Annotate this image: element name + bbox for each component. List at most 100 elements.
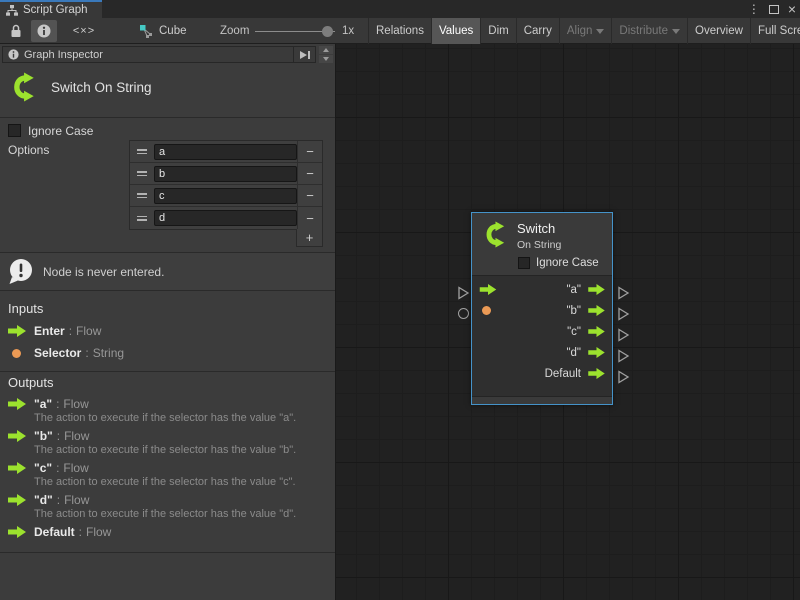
outputs-list: "a" : Flow The action to execute if the … <box>8 396 331 542</box>
dock-panel-button[interactable] <box>293 47 315 62</box>
flow-port-icon <box>588 347 605 358</box>
unit-title-row: Switch On String <box>8 70 152 104</box>
lock-icon <box>10 24 22 38</box>
external-output-connector-default[interactable] <box>617 370 630 384</box>
switch-unit-icon <box>481 221 508 251</box>
options-list: − − − − <box>129 140 323 230</box>
chevron-down-icon <box>672 29 680 34</box>
flow-port-icon <box>8 526 26 538</box>
output-row-b: "b" : Flow The action to execute if the … <box>8 428 331 458</box>
align-dropdown[interactable]: Align <box>559 18 612 44</box>
tab-script-graph[interactable]: Script Graph <box>0 0 102 18</box>
node-subtitle: On String <box>517 239 561 251</box>
tab-label: Script Graph <box>23 4 88 16</box>
option-row: − <box>130 185 322 207</box>
values-button[interactable]: Values <box>431 18 480 44</box>
graph-inspector-title: Graph Inspector <box>24 49 103 61</box>
flow-port-icon <box>8 462 26 474</box>
node-body: "a" "b" "c" <box>472 276 612 396</box>
external-output-connector-d[interactable] <box>617 349 630 363</box>
node-footer <box>472 396 612 404</box>
outputs-header: Outputs <box>8 375 54 390</box>
port-a[interactable]: "a" <box>566 284 605 296</box>
input-row-selector: Selector : String <box>8 345 124 361</box>
warning-text: Node is never entered. <box>43 265 164 279</box>
flow-port-icon <box>588 326 605 337</box>
window-titlebar: Script Graph ⋮ × <box>0 0 800 18</box>
overview-button[interactable]: Overview <box>687 18 750 44</box>
triangle-down-icon <box>323 57 329 61</box>
scroll-down-button[interactable] <box>319 55 333 63</box>
graph-owner-breadcrumb[interactable]: Cube <box>140 18 187 44</box>
chevron-down-icon <box>596 29 604 34</box>
port-d[interactable]: "d" <box>566 347 605 359</box>
external-output-connector-a[interactable] <box>617 286 630 300</box>
game-object-icon <box>140 25 153 38</box>
graph-tab-icon <box>6 5 18 16</box>
node-ignore-case-checkbox[interactable] <box>518 257 530 269</box>
string-port-icon <box>12 349 21 358</box>
distribute-dropdown[interactable]: Distribute <box>611 18 687 44</box>
node-header[interactable]: Switch On String Ignore Case <box>472 213 612 276</box>
lock-button[interactable] <box>3 20 29 42</box>
option-input[interactable] <box>154 144 297 160</box>
zoom-label: Zoom <box>220 18 249 44</box>
add-option-button[interactable]: + <box>296 229 323 247</box>
remove-option-button[interactable]: − <box>297 141 322 162</box>
drag-handle[interactable] <box>130 207 154 229</box>
drag-handle[interactable] <box>130 141 154 162</box>
graph-canvas[interactable]: Switch On String Ignore Case "a" <box>336 44 800 600</box>
remove-option-button[interactable]: − <box>297 207 322 229</box>
carry-button[interactable]: Carry <box>516 18 559 44</box>
external-flow-input-connector[interactable] <box>457 286 470 300</box>
code-icon: <×> <box>73 25 95 37</box>
dim-button[interactable]: Dim <box>480 18 515 44</box>
switch-on-string-node[interactable]: Switch On String Ignore Case "a" <box>471 212 613 405</box>
node-ignore-case-label: Ignore Case <box>536 257 599 269</box>
output-row-default: Default : Flow <box>8 524 331 540</box>
option-input[interactable] <box>154 166 297 182</box>
port-b[interactable]: "b" <box>566 305 605 317</box>
ignore-case-checkbox[interactable] <box>8 124 21 137</box>
external-output-connector-c[interactable] <box>617 328 630 342</box>
code-preview-button[interactable]: <×> <box>61 20 107 42</box>
zoom-value: 1x <box>342 18 354 44</box>
info-icon <box>8 49 19 60</box>
close-icon[interactable]: × <box>788 0 796 18</box>
toolbar-mode-buttons: Relations Values Dim Carry Align Distrib… <box>368 18 800 44</box>
remove-option-button[interactable]: − <box>297 185 322 206</box>
full-screen-button[interactable]: Full Screen <box>750 18 800 44</box>
external-output-connector-b[interactable] <box>617 307 630 321</box>
drag-handle[interactable] <box>130 163 154 184</box>
divider <box>0 371 335 372</box>
options-label: Options <box>8 143 49 157</box>
remove-option-button[interactable]: − <box>297 163 322 184</box>
option-input[interactable] <box>154 210 297 226</box>
port-default[interactable]: Default <box>545 368 605 380</box>
drag-handle[interactable] <box>130 185 154 206</box>
option-row: − <box>130 141 322 163</box>
flow-port-icon <box>8 430 26 442</box>
flow-port-icon <box>8 398 26 410</box>
relations-button[interactable]: Relations <box>368 18 431 44</box>
enter-flow-port-icon[interactable] <box>479 284 497 295</box>
maximize-icon[interactable] <box>769 5 779 14</box>
output-row-c: "c" : Flow The action to execute if the … <box>8 460 331 490</box>
flow-port-icon <box>588 284 605 295</box>
scroll-up-button[interactable] <box>319 46 333 54</box>
input-row-enter: Enter : Flow <box>8 323 101 339</box>
graph-owner-label: Cube <box>159 25 187 37</box>
dock-right-icon <box>299 50 311 60</box>
divider <box>0 117 335 118</box>
warning-icon <box>8 258 34 285</box>
option-input[interactable] <box>154 188 297 204</box>
external-value-input-connector[interactable] <box>458 308 469 319</box>
selector-string-port-icon[interactable] <box>482 306 491 315</box>
inspector-toggle-button[interactable] <box>31 20 57 42</box>
divider <box>0 552 335 553</box>
port-c[interactable]: "c" <box>567 326 605 338</box>
zoom-slider-handle[interactable] <box>322 26 333 37</box>
window-menu-icon[interactable]: ⋮ <box>748 0 760 18</box>
output-row-d: "d" : Flow The action to execute if the … <box>8 492 331 522</box>
triangle-up-icon <box>323 48 329 52</box>
